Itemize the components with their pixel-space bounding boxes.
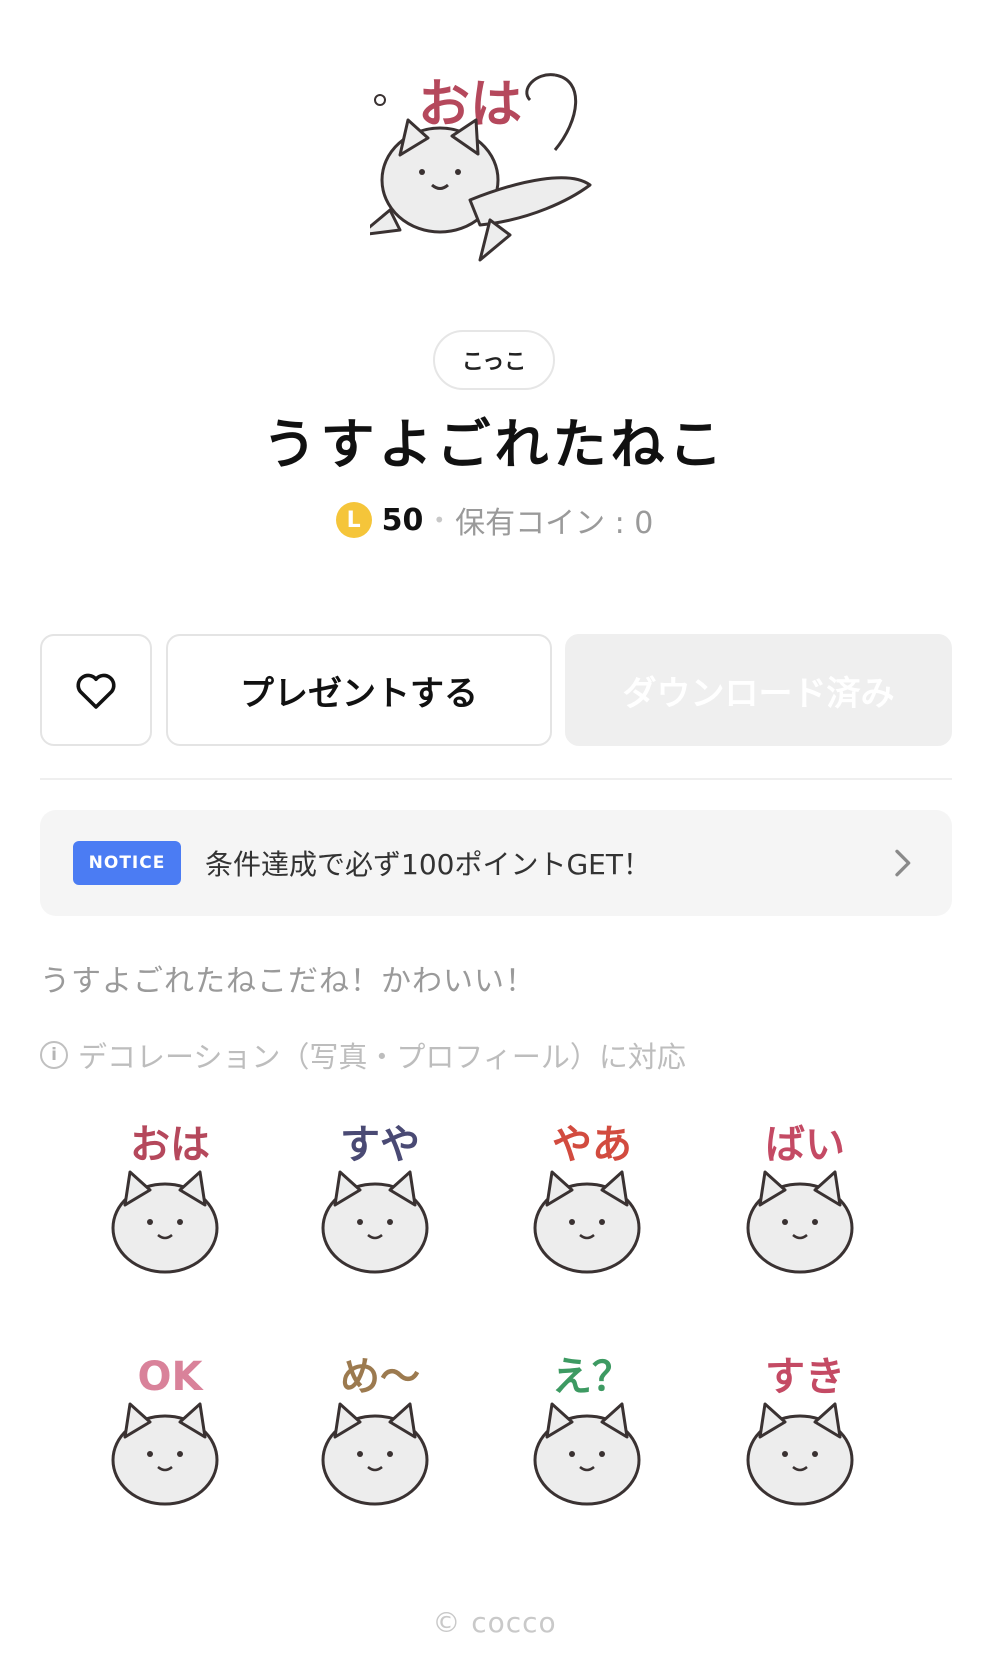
price-row: L 50 • 保有コイン : 0	[0, 498, 989, 542]
decoration-info: i デコレーション（写真・プロフィール）に対応	[40, 1034, 686, 1076]
sticker-text: すや	[340, 1122, 420, 1168]
sticker-description: うすよごれたねこだね！かわいい！	[40, 964, 536, 999]
sticker-text: ばい	[765, 1122, 845, 1168]
sticker-item[interactable]: おは	[70, 1110, 270, 1300]
sticker-text: め〜	[340, 1354, 420, 1400]
notice-text: 条件達成で必ず100ポイントGET！	[205, 848, 651, 881]
copyright: © cocco	[432, 1606, 557, 1639]
sticker-text: え？	[552, 1354, 632, 1400]
notice-badge: NOTICE	[73, 841, 181, 885]
price-value: 50	[381, 502, 424, 538]
sticker-item[interactable]: すき	[705, 1342, 905, 1532]
download-button: ダウンロード済み	[565, 634, 952, 746]
coin-icon: L	[335, 502, 372, 538]
sticker-item[interactable]: ばい	[705, 1110, 905, 1300]
owned-coins: 保有コイン : 0	[455, 506, 654, 541]
chevron-right-icon	[895, 849, 911, 877]
sticker-text: やあ	[552, 1122, 632, 1168]
hero-sticker-image: おは	[370, 73, 592, 262]
sticker-text: すき	[765, 1354, 845, 1400]
separator-dot: •	[433, 508, 446, 532]
creator-name-button[interactable]: こっこ	[433, 330, 555, 390]
sticker-text: おは	[130, 1122, 210, 1168]
decoration-info-text: デコレーション（写真・プロフィール）に対応	[78, 1040, 686, 1074]
sticker-item[interactable]: め〜	[280, 1342, 480, 1532]
like-button[interactable]	[40, 634, 152, 746]
present-button[interactable]: プレゼントする	[166, 634, 552, 746]
info-icon: i	[40, 1041, 68, 1069]
notice-banner[interactable]: NOTICE 条件達成で必ず100ポイントGET！	[40, 810, 952, 916]
sticker-item[interactable]: すや	[280, 1110, 480, 1300]
sticker-item[interactable]: え？	[492, 1342, 692, 1532]
divider	[40, 778, 952, 780]
sticker-text: OK	[138, 1354, 205, 1400]
sticker-title: うすよごれたねこ	[262, 413, 727, 476]
heart-outline-icon	[76, 673, 116, 709]
sticker-item[interactable]: やあ	[492, 1110, 692, 1300]
sticker-item[interactable]: OK	[70, 1342, 270, 1532]
